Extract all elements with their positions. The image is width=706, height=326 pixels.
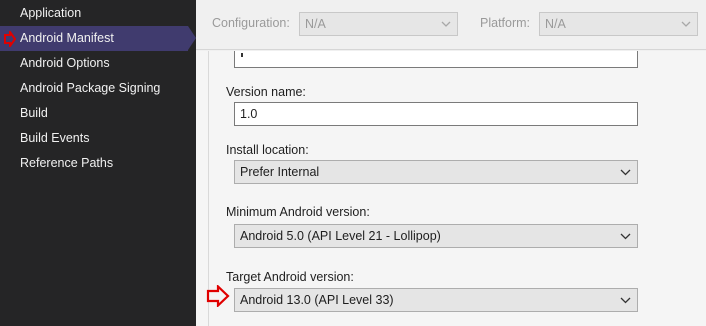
chevron-down-icon [620,169,631,176]
sidebar-item-build[interactable]: Build [0,101,196,126]
target-android-label: Target Android version: [226,270,354,284]
platform-select[interactable]: N/A [539,12,698,36]
install-location-value: Prefer Internal [240,165,320,179]
sidebar-item-android-manifest[interactable]: Android Manifest [0,26,196,51]
install-location-select[interactable]: Prefer Internal [234,160,638,184]
chevron-down-icon [620,233,631,240]
version-name-value: 1.0 [240,107,258,121]
selection-arrow-icon [4,31,16,47]
min-android-select[interactable]: Android 5.0 (API Level 21 - Lollipop) [234,224,638,248]
chevron-down-icon [620,297,631,304]
sidebar-item-build-events[interactable]: Build Events [0,126,196,151]
target-android-value: Android 13.0 (API Level 33) [240,293,394,307]
version-name-input[interactable]: 1.0 [234,102,638,126]
target-android-select[interactable]: Android 13.0 (API Level 33) [234,288,638,312]
version-name-label: Version name: [226,85,306,99]
configuration-value: N/A [305,17,326,31]
sidebar-item-android-package-signing[interactable]: Android Package Signing [0,76,196,101]
install-location-label: Install location: [226,143,309,157]
configuration-label: Configuration: [212,16,290,30]
sidebar-item-application[interactable]: Application [0,1,196,26]
text-cursor [241,53,243,57]
scrolled-input-field[interactable] [234,51,638,68]
sidebar-item-android-options[interactable]: Android Options [0,51,196,76]
sidebar-item-reference-paths[interactable]: Reference Paths [0,151,196,176]
project-properties-sidebar: Application Android Manifest Android Opt… [0,0,196,326]
chevron-down-icon [681,21,691,27]
configuration-select[interactable]: N/A [299,12,458,36]
red-callout-arrow-icon [206,285,230,307]
min-android-value: Android 5.0 (API Level 21 - Lollipop) [240,229,441,243]
configuration-toolbar: Configuration: N/A Platform: N/A [196,0,706,50]
platform-label: Platform: [480,16,531,30]
chevron-down-icon [441,21,451,27]
platform-value: N/A [545,17,566,31]
min-android-label: Minimum Android version: [226,205,370,219]
